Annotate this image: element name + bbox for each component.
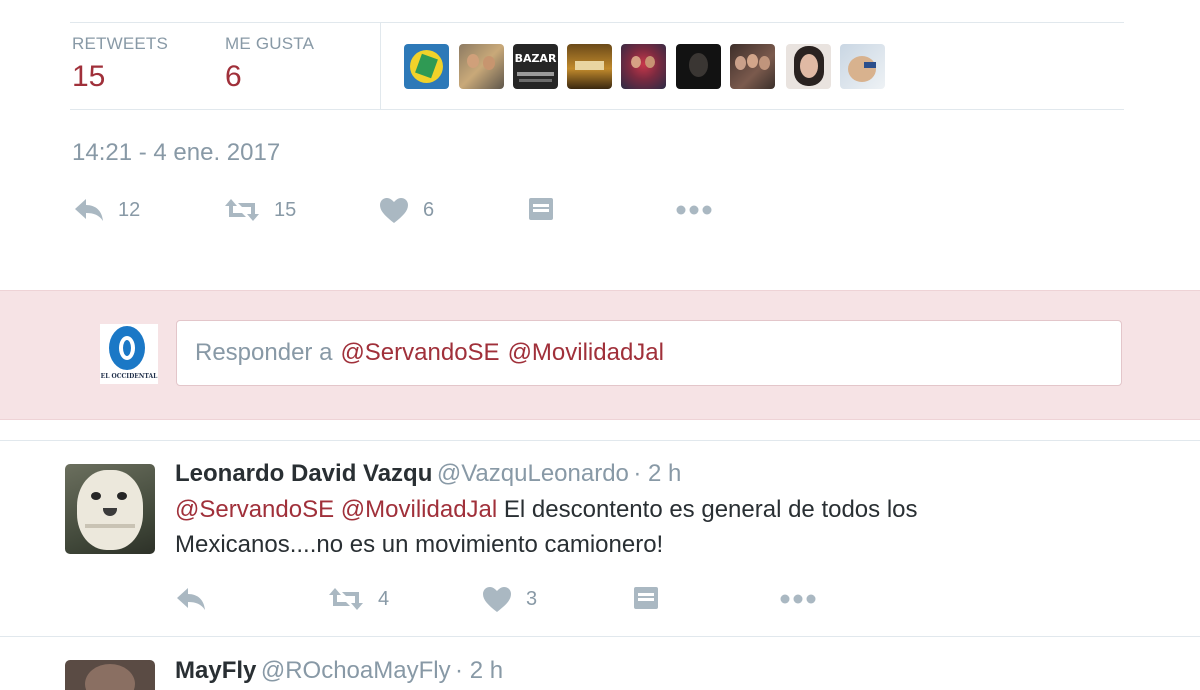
reply-action[interactable] bbox=[176, 586, 206, 612]
user-name[interactable]: Leonardo David Vazqu bbox=[175, 460, 432, 487]
likes-label: ME GUSTA bbox=[225, 34, 315, 53]
reply-action[interactable]: 12 bbox=[74, 197, 140, 223]
retweet-action[interactable]: 15 bbox=[224, 197, 296, 223]
heart-icon bbox=[483, 587, 511, 612]
reply-icon bbox=[75, 199, 103, 221]
heart-icon bbox=[380, 198, 408, 223]
more-action[interactable] bbox=[780, 594, 816, 604]
reply-input[interactable]: Responder a @ServandoSE @MovilidadJal bbox=[176, 320, 1122, 386]
envelope-icon bbox=[634, 587, 658, 609]
tweet-text: @ServandoSE @MovilidadJal El descontento… bbox=[175, 492, 1115, 562]
avatar[interactable] bbox=[65, 464, 155, 554]
like-action[interactable]: 3 bbox=[482, 586, 537, 613]
liker-avatar[interactable] bbox=[676, 44, 721, 89]
more-icon bbox=[780, 594, 816, 604]
user-handle[interactable]: @VazquLeonardo bbox=[437, 460, 629, 487]
retweet-icon bbox=[225, 199, 259, 221]
tweet-mention[interactable]: @ServandoSE bbox=[175, 496, 334, 523]
avatar[interactable] bbox=[65, 660, 155, 690]
tweet-timestamp[interactable]: 14:21 - 4 ene. 2017 bbox=[72, 139, 280, 167]
divider-reply bbox=[0, 440, 1200, 441]
more-action[interactable] bbox=[676, 205, 712, 215]
liker-avatar[interactable]: BAZAR bbox=[513, 44, 558, 89]
liker-avatar[interactable] bbox=[621, 44, 666, 89]
divider-tweet bbox=[0, 636, 1200, 637]
divider-stats bbox=[70, 109, 1124, 110]
reply-mention: @ServandoSE bbox=[340, 339, 500, 366]
user-handle[interactable]: @ROchoaMayFly bbox=[261, 657, 451, 684]
liker-avatar-text: BAZAR bbox=[514, 52, 557, 65]
liker-avatar[interactable] bbox=[730, 44, 775, 89]
like-action[interactable]: 6 bbox=[379, 197, 434, 224]
tweet-text-line: Mexicanos....no es un movimiento camione… bbox=[175, 531, 664, 558]
retweets-label: RETWEETS bbox=[72, 34, 169, 53]
reply-mention: @MovilidadJal bbox=[507, 339, 664, 366]
liker-avatar[interactable] bbox=[459, 44, 504, 89]
like-count: 3 bbox=[526, 588, 538, 610]
tweet-header: Leonardo David Vazqu @VazquLeonardo · 2 … bbox=[175, 460, 681, 488]
liker-avatar[interactable] bbox=[786, 44, 831, 89]
reply-avatar-text: EL OCCIDENTAL bbox=[100, 373, 158, 380]
likes-count[interactable]: 6 bbox=[225, 60, 242, 94]
divider-top bbox=[70, 22, 1124, 23]
tweet-time[interactable]: · 2 h bbox=[633, 460, 681, 487]
liker-avatar[interactable] bbox=[404, 44, 449, 89]
retweet-icon bbox=[329, 588, 363, 610]
tweet-header: MayFly @ROchoaMayFly · 2 h bbox=[175, 657, 503, 685]
retweet-count: 15 bbox=[274, 198, 297, 221]
more-icon bbox=[676, 205, 712, 215]
envelope-icon bbox=[529, 198, 553, 220]
direct-message-action[interactable] bbox=[528, 197, 554, 221]
retweet-count: 4 bbox=[378, 587, 390, 610]
liker-avatar[interactable] bbox=[567, 44, 612, 89]
tweet-text-line: El descontento es general de todos los bbox=[503, 496, 918, 523]
like-count: 6 bbox=[423, 199, 435, 221]
reply-prefix: Responder a bbox=[195, 339, 333, 366]
direct-message-action[interactable] bbox=[633, 586, 659, 610]
reply-user-avatar: EL OCCIDENTAL bbox=[100, 324, 158, 384]
tweet-time[interactable]: · 2 h bbox=[455, 657, 503, 684]
tweet-mention[interactable]: @MovilidadJal bbox=[341, 496, 497, 523]
stats-separator bbox=[380, 22, 381, 110]
reply-icon bbox=[177, 588, 205, 610]
user-name[interactable]: MayFly bbox=[175, 657, 256, 684]
liker-avatar[interactable] bbox=[840, 44, 885, 89]
retweets-count[interactable]: 15 bbox=[72, 60, 105, 94]
retweet-action[interactable]: 4 bbox=[328, 586, 389, 612]
reply-count: 12 bbox=[118, 198, 141, 221]
